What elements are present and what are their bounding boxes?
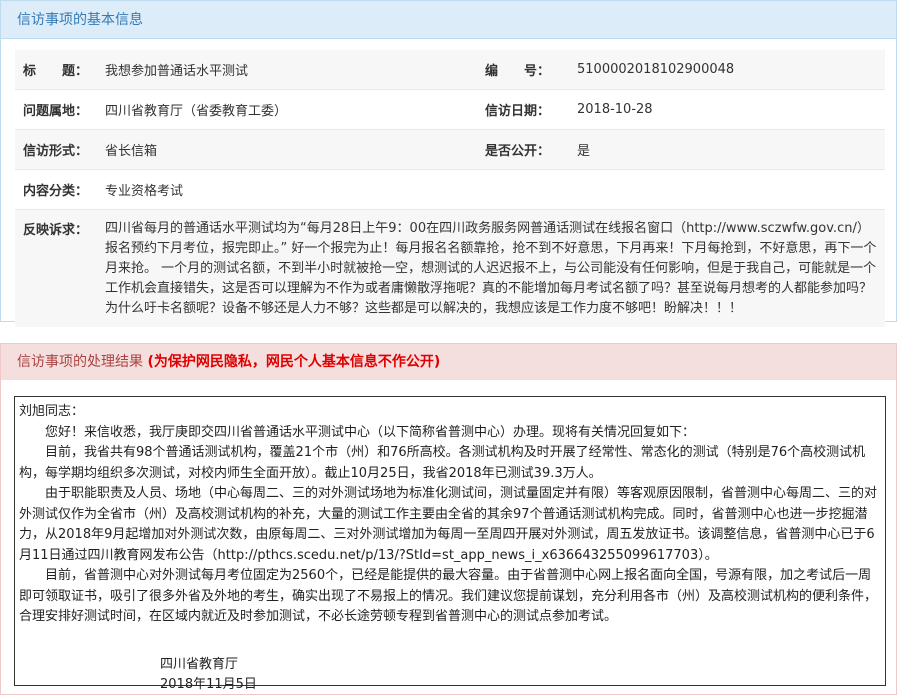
- info-row-location: 问题属地： 四川省教育厅（省委教育工委） 信访日期： 2018-10-28: [15, 90, 885, 130]
- location-value: 四川省教育厅（省委教育工委）: [105, 104, 288, 119]
- basic-info-title: 信访事项的基本信息: [1, 1, 896, 39]
- subject-value: 我想参加普通话水平测试: [105, 64, 249, 79]
- number-label: 编 号：: [485, 64, 551, 79]
- reply-paragraph: 目前，我省共有98个普通话测试机构，覆盖21个市（州）和76所高校。各测试机构及…: [19, 445, 866, 481]
- reply-paragraph: 由于职能职责及人员、场地（中心每周二、三的对外测试场地为标准化测试间，测试量固定…: [19, 486, 878, 563]
- appeal-label: 反映诉求：: [23, 223, 89, 238]
- basic-info-panel: 信访事项的基本信息 标 题： 我想参加普通话水平测试 编 号： 51000020…: [0, 0, 897, 327]
- result-panel: 信访事项的处理结果 (为保护网民隐私，网民个人基本信息不作公开) 刘旭同志： 您…: [0, 343, 897, 695]
- date-value: 2018-10-28: [577, 102, 653, 117]
- reply-paragraph: 目前，省普测中心对外测试每月考位固定为2560个，已经是能提供的最大容量。由于省…: [19, 568, 878, 624]
- reply-salutation: 刘旭同志：: [19, 404, 85, 419]
- category-value: 专业资格考试: [105, 184, 184, 199]
- form-label: 信访形式：: [23, 144, 89, 159]
- sign-date: 2018年11月5日: [160, 676, 257, 692]
- reply-box: 刘旭同志： 您好！来信收悉，我厅庚即交四川省普通话水平测试中心（以下简称省普测中…: [14, 396, 886, 692]
- category-label: 内容分类：: [23, 184, 89, 199]
- sign-org: 四川省教育厅: [160, 656, 239, 672]
- public-value: 是: [577, 144, 591, 159]
- reply-paragraph: 您好！来信收悉，我厅庚即交四川省普通话水平测试中心（以下简称省普测中心）办理。现…: [45, 424, 696, 440]
- info-row-category: 内容分类： 专业资格考试: [15, 170, 885, 210]
- number-value: 5100002018102900048: [577, 62, 735, 77]
- appeal-text: 四川省每月的普通话水平测试均为“每月28日上午9：00在四川政务服务网普通话测试…: [105, 221, 877, 316]
- info-row-appeal: 反映诉求： 四川省每月的普通话水平测试均为“每月28日上午9：00在四川政务服务…: [15, 210, 885, 327]
- date-label: 信访日期：: [485, 104, 551, 119]
- privacy-note: (为保护网民隐私，网民个人基本信息不作公开): [147, 354, 441, 370]
- basic-info-table: 标 题： 我想参加普通话水平测试 编 号： 510000201810290004…: [15, 50, 885, 327]
- location-label: 问题属地：: [23, 104, 89, 119]
- info-row-subject: 标 题： 我想参加普通话水平测试 编 号： 510000201810290004…: [15, 50, 885, 90]
- result-title: 信访事项的处理结果: [17, 354, 143, 370]
- public-label: 是否公开：: [485, 144, 551, 159]
- form-value: 省长信箱: [105, 144, 158, 159]
- subject-label: 标 题：: [23, 64, 89, 79]
- result-title-bar: 信访事项的处理结果 (为保护网民隐私，网民个人基本信息不作公开): [1, 344, 896, 380]
- reply-signature: 四川省教育厅 2018年11月5日: [19, 655, 881, 695]
- info-row-form: 信访形式： 省长信箱 是否公开： 是: [15, 130, 885, 170]
